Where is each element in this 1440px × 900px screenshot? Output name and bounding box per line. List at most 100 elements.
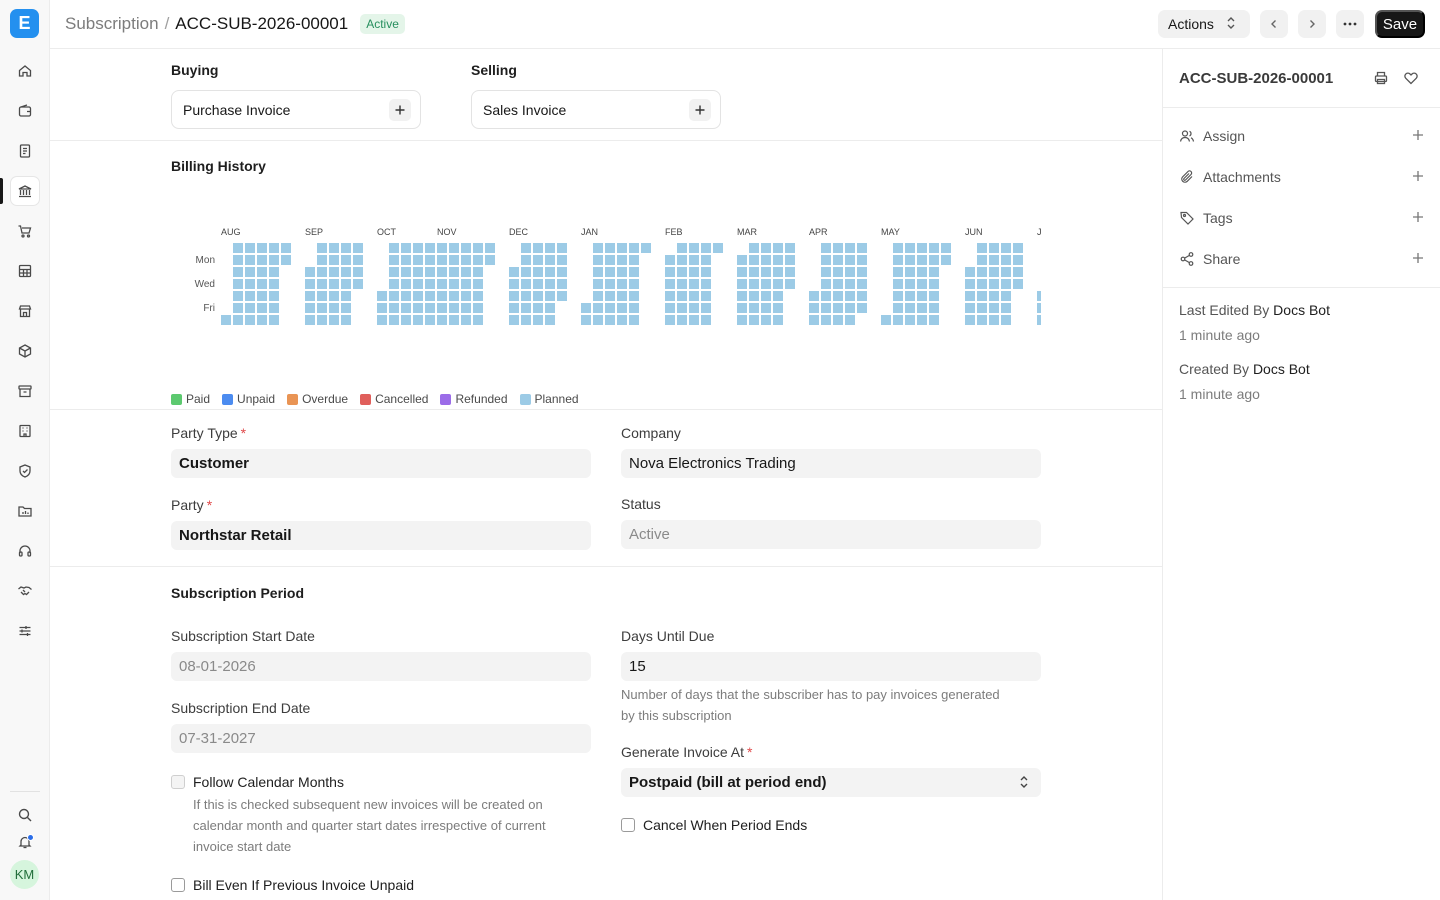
heatmap-day-cell[interactable]	[257, 243, 267, 253]
heatmap-day-cell[interactable]	[401, 291, 411, 301]
heatmap-day-cell[interactable]	[749, 303, 759, 313]
heatmap-day-cell[interactable]	[545, 303, 555, 313]
heatmap-day-cell[interactable]	[413, 255, 423, 265]
heatmap-day-cell[interactable]	[701, 267, 711, 277]
heatmap-day-cell[interactable]	[761, 303, 771, 313]
heatmap-day-cell[interactable]	[425, 243, 435, 253]
heatmap-day-cell[interactable]	[821, 255, 831, 265]
heatmap-day-cell[interactable]	[821, 267, 831, 277]
heatmap-day-cell[interactable]	[689, 267, 699, 277]
generate-invoice-select[interactable]: Postpaid (bill at period end)	[621, 768, 1041, 797]
heatmap-day-cell[interactable]	[329, 255, 339, 265]
cancel-period-ends-checkbox[interactable]	[621, 818, 635, 832]
heatmap-day-cell[interactable]	[677, 303, 687, 313]
heatmap-day-cell[interactable]	[845, 303, 855, 313]
heatmap-day-cell[interactable]	[1001, 255, 1011, 265]
table-icon[interactable]	[11, 257, 39, 285]
heatmap-day-cell[interactable]	[929, 303, 939, 313]
heatmap-day-cell[interactable]	[989, 267, 999, 277]
heatmap-day-cell[interactable]	[977, 279, 987, 289]
heatmap-day-cell[interactable]	[893, 255, 903, 265]
heatmap-day-cell[interactable]	[485, 243, 495, 253]
heatmap-day-cell[interactable]	[689, 291, 699, 301]
company-field[interactable]: Nova Electronics Trading	[621, 449, 1041, 478]
heatmap-day-cell[interactable]	[317, 279, 327, 289]
heatmap-day-cell[interactable]	[521, 279, 531, 289]
party-field[interactable]: Northstar Retail	[171, 521, 591, 550]
heatmap-day-cell[interactable]	[941, 243, 951, 253]
heatmap-day-cell[interactable]	[689, 255, 699, 265]
heatmap-day-cell[interactable]	[1013, 255, 1023, 265]
heatmap-day-cell[interactable]	[857, 243, 867, 253]
heatmap-day-cell[interactable]	[629, 243, 639, 253]
heatmap-day-cell[interactable]	[677, 267, 687, 277]
heatmap-day-cell[interactable]	[533, 243, 543, 253]
heatmap-day-cell[interactable]	[341, 255, 351, 265]
heatmap-day-cell[interactable]	[473, 243, 483, 253]
heatmap-day-cell[interactable]	[245, 243, 255, 253]
heatmap-day-cell[interactable]	[749, 243, 759, 253]
print-icon[interactable]	[1372, 69, 1390, 87]
heatmap-day-cell[interactable]	[533, 255, 543, 265]
heatmap-day-cell[interactable]	[929, 255, 939, 265]
sales-invoice-link[interactable]: Sales Invoice	[471, 90, 721, 129]
heatmap-day-cell[interactable]	[389, 255, 399, 265]
heatmap-day-cell[interactable]	[269, 291, 279, 301]
heatmap-day-cell[interactable]	[665, 279, 675, 289]
heatmap-day-cell[interactable]	[821, 303, 831, 313]
app-logo[interactable]: E	[10, 9, 39, 38]
heatmap-day-cell[interactable]	[845, 315, 855, 325]
heatmap-day-cell[interactable]	[413, 243, 423, 253]
heatmap-day-cell[interactable]	[773, 303, 783, 313]
heatmap-day-cell[interactable]	[473, 291, 483, 301]
heatmap-day-cell[interactable]	[389, 243, 399, 253]
heatmap-day-cell[interactable]	[821, 291, 831, 301]
heatmap-day-cell[interactable]	[557, 291, 567, 301]
heatmap-day-cell[interactable]	[905, 315, 915, 325]
heatmap-day-cell[interactable]	[533, 267, 543, 277]
heatmap-day-cell[interactable]	[689, 279, 699, 289]
heatmap-day-cell[interactable]	[629, 255, 639, 265]
heatmap-day-cell[interactable]	[521, 243, 531, 253]
heatmap-day-cell[interactable]	[425, 303, 435, 313]
heatmap-day-cell[interactable]	[389, 267, 399, 277]
heatmap-day-cell[interactable]	[425, 315, 435, 325]
heatmap-day-cell[interactable]	[317, 291, 327, 301]
heatmap-day-cell[interactable]	[437, 303, 447, 313]
heatmap-day-cell[interactable]	[593, 279, 603, 289]
heatmap-day-cell[interactable]	[437, 255, 447, 265]
heatmap-day-cell[interactable]	[737, 303, 747, 313]
heatmap-day-cell[interactable]	[281, 243, 291, 253]
heatmap-day-cell[interactable]	[245, 291, 255, 301]
heatmap-day-cell[interactable]	[833, 267, 843, 277]
heatmap-day-cell[interactable]	[269, 303, 279, 313]
heatmap-day-cell[interactable]	[605, 267, 615, 277]
heatmap-day-cell[interactable]	[617, 291, 627, 301]
heatmap-day-cell[interactable]	[401, 243, 411, 253]
heatmap-day-cell[interactable]	[665, 267, 675, 277]
heatmap-day-cell[interactable]	[269, 255, 279, 265]
heatmap-day-cell[interactable]	[905, 303, 915, 313]
heatmap-day-cell[interactable]	[305, 291, 315, 301]
heatmap-day-cell[interactable]	[461, 303, 471, 313]
heatmap-day-cell[interactable]	[257, 291, 267, 301]
heatmap-day-cell[interactable]	[617, 267, 627, 277]
heatmap-day-cell[interactable]	[677, 291, 687, 301]
heatmap-day-cell[interactable]	[761, 255, 771, 265]
add-purchase-invoice-button[interactable]	[389, 99, 411, 121]
heatmap-day-cell[interactable]	[257, 303, 267, 313]
heatmap-day-cell[interactable]	[821, 243, 831, 253]
heatmap-day-cell[interactable]	[425, 279, 435, 289]
heatmap-day-cell[interactable]	[605, 255, 615, 265]
heatmap-day-cell[interactable]	[857, 279, 867, 289]
heatmap-day-cell[interactable]	[269, 279, 279, 289]
heatmap-day-cell[interactable]	[1001, 315, 1011, 325]
heatmap-day-cell[interactable]	[701, 279, 711, 289]
heatmap-day-cell[interactable]	[305, 315, 315, 325]
heatmap-day-cell[interactable]	[617, 303, 627, 313]
heatmap-day-cell[interactable]	[473, 315, 483, 325]
heatmap-day-cell[interactable]	[305, 267, 315, 277]
heatmap-day-cell[interactable]	[437, 279, 447, 289]
heatmap-day-cell[interactable]	[773, 291, 783, 301]
heatmap-day-cell[interactable]	[773, 315, 783, 325]
